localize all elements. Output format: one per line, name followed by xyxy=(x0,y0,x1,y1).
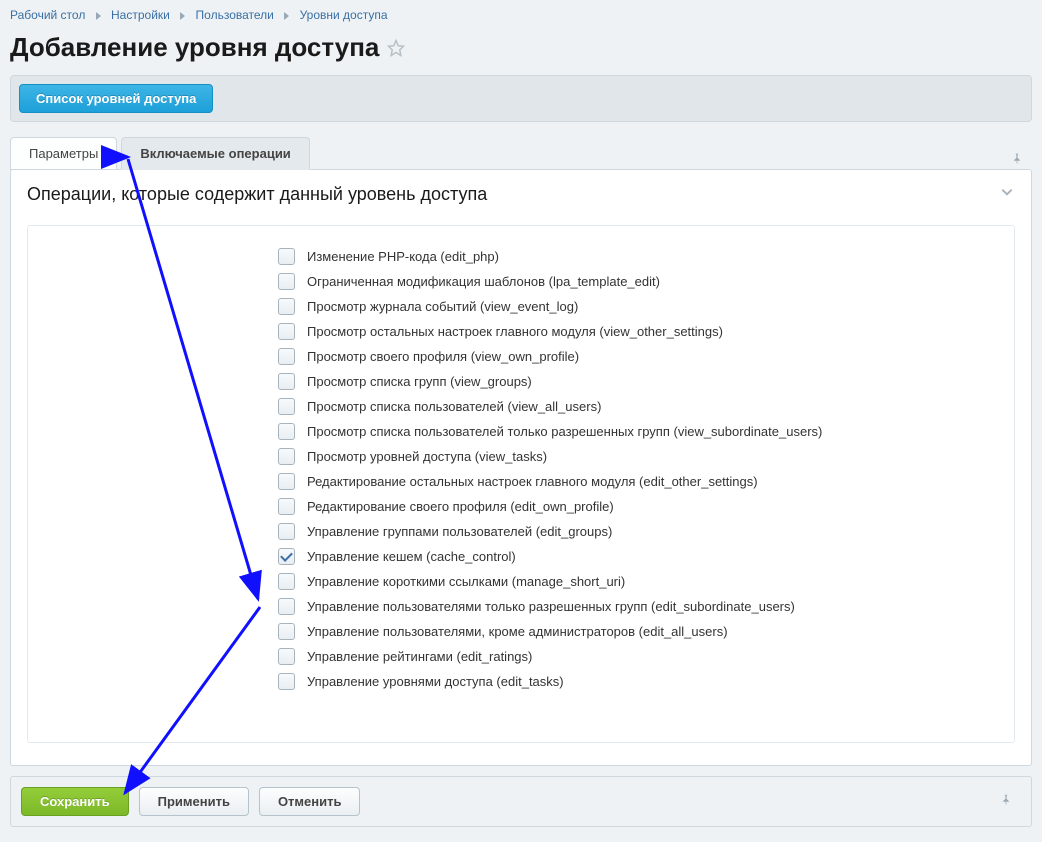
operation-checkbox[interactable] xyxy=(278,398,295,415)
operation-label: Управление группами пользователей (edit_… xyxy=(307,524,612,539)
operation-row: Управление группами пользователей (edit_… xyxy=(278,519,1004,544)
operation-row: Управление уровнями доступа (edit_tasks) xyxy=(278,669,1004,694)
operation-row: Просмотр списка пользователей (view_all_… xyxy=(278,394,1004,419)
operation-checkbox[interactable] xyxy=(278,348,295,365)
operation-label: Управление пользователями, кроме админис… xyxy=(307,624,728,639)
breadcrumb-link[interactable]: Рабочий стол xyxy=(10,8,85,22)
operation-label: Просмотр своего профиля (view_own_profil… xyxy=(307,349,579,364)
operation-label: Просмотр списка групп (view_groups) xyxy=(307,374,532,389)
operation-row: Просмотр остальных настроек главного мод… xyxy=(278,319,1004,344)
operation-label: Просмотр остальных настроек главного мод… xyxy=(307,324,723,339)
pin-icon[interactable] xyxy=(999,793,1021,810)
page-title: Добавление уровня доступа xyxy=(10,32,379,63)
operation-checkbox[interactable] xyxy=(278,573,295,590)
operation-checkbox[interactable] xyxy=(278,248,295,265)
operation-checkbox[interactable] xyxy=(278,473,295,490)
operation-row: Просмотр журнала событий (view_event_log… xyxy=(278,294,1004,319)
operation-checkbox[interactable] xyxy=(278,323,295,340)
chevron-right-icon xyxy=(96,12,101,20)
operation-label: Управление пользователями только разреше… xyxy=(307,599,795,614)
operations-list: Изменение PHP-кода (edit_php) Ограниченна… xyxy=(27,225,1015,743)
operation-checkbox[interactable] xyxy=(278,423,295,440)
operation-label: Просмотр списка пользователей только раз… xyxy=(307,424,822,439)
toolbar: Список уровней доступа xyxy=(10,75,1032,122)
operation-checkbox[interactable] xyxy=(278,298,295,315)
operation-row: Управление пользователями только разреше… xyxy=(278,594,1004,619)
operation-row: Управление пользователями, кроме админис… xyxy=(278,619,1004,644)
operation-checkbox[interactable] xyxy=(278,673,295,690)
apply-button[interactable]: Применить xyxy=(139,787,249,816)
operation-row: Редактирование остальных настроек главно… xyxy=(278,469,1004,494)
operation-label: Изменение PHP-кода (edit_php) xyxy=(307,249,499,264)
operation-checkbox[interactable] xyxy=(278,373,295,390)
operation-row: Просмотр списка пользователей только раз… xyxy=(278,419,1004,444)
operation-checkbox[interactable] xyxy=(278,448,295,465)
operation-row: Просмотр списка групп (view_groups) xyxy=(278,369,1004,394)
operation-row: Управление короткими ссылками (manage_sh… xyxy=(278,569,1004,594)
chevron-right-icon xyxy=(284,12,289,20)
tab-parameters[interactable]: Параметры xyxy=(10,137,117,170)
operation-label: Просмотр журнала событий (view_event_log… xyxy=(307,299,578,314)
operation-row: Ограниченная модификация шаблонов (lpa_t… xyxy=(278,269,1004,294)
chevron-right-icon xyxy=(180,12,185,20)
operations-panel: Операции, которые содержит данный уровен… xyxy=(10,169,1032,766)
operation-row: Редактирование своего профиля (edit_own_… xyxy=(278,494,1004,519)
operation-row: Просмотр своего профиля (view_own_profil… xyxy=(278,344,1004,369)
chevron-down-icon[interactable] xyxy=(999,185,1015,204)
breadcrumb: Рабочий стол Настройки Пользователи Уров… xyxy=(0,0,1042,26)
operation-checkbox[interactable] xyxy=(278,548,295,565)
operation-label: Управление кешем (cache_control) xyxy=(307,549,516,564)
operation-label: Управление уровнями доступа (edit_tasks) xyxy=(307,674,564,689)
pin-icon[interactable] xyxy=(1010,152,1032,169)
operation-label: Ограниченная модификация шаблонов (lpa_t… xyxy=(307,274,660,289)
operation-row: Изменение PHP-кода (edit_php) xyxy=(278,244,1004,269)
breadcrumb-link[interactable]: Настройки xyxy=(111,8,170,22)
operation-label: Управление короткими ссылками (manage_sh… xyxy=(307,574,625,589)
star-icon[interactable] xyxy=(387,39,405,57)
operation-checkbox[interactable] xyxy=(278,498,295,515)
operation-row: Управление кешем (cache_control) xyxy=(278,544,1004,569)
operation-checkbox[interactable] xyxy=(278,523,295,540)
operation-label: Редактирование остальных настроек главно… xyxy=(307,474,758,489)
section-title: Операции, которые содержит данный уровен… xyxy=(27,184,999,205)
save-button[interactable]: Сохранить xyxy=(21,787,129,816)
operation-checkbox[interactable] xyxy=(278,623,295,640)
operation-label: Редактирование своего профиля (edit_own_… xyxy=(307,499,614,514)
breadcrumb-link[interactable]: Уровни доступа xyxy=(300,8,388,22)
operation-checkbox[interactable] xyxy=(278,273,295,290)
operation-label: Управление рейтингами (edit_ratings) xyxy=(307,649,532,664)
access-levels-list-button[interactable]: Список уровней доступа xyxy=(19,84,213,113)
operation-row: Управление рейтингами (edit_ratings) xyxy=(278,644,1004,669)
tabs: Параметры Включаемые операции xyxy=(10,136,1032,169)
operation-label: Просмотр уровней доступа (view_tasks) xyxy=(307,449,547,464)
operation-row: Просмотр уровней доступа (view_tasks) xyxy=(278,444,1004,469)
operation-label: Просмотр списка пользователей (view_all_… xyxy=(307,399,601,414)
breadcrumb-link[interactable]: Пользователи xyxy=(196,8,274,22)
footer-actions: Сохранить Применить Отменить xyxy=(10,776,1032,827)
tab-included-operations[interactable]: Включаемые операции xyxy=(121,137,309,170)
operation-checkbox[interactable] xyxy=(278,648,295,665)
cancel-button[interactable]: Отменить xyxy=(259,787,361,816)
operation-checkbox[interactable] xyxy=(278,598,295,615)
